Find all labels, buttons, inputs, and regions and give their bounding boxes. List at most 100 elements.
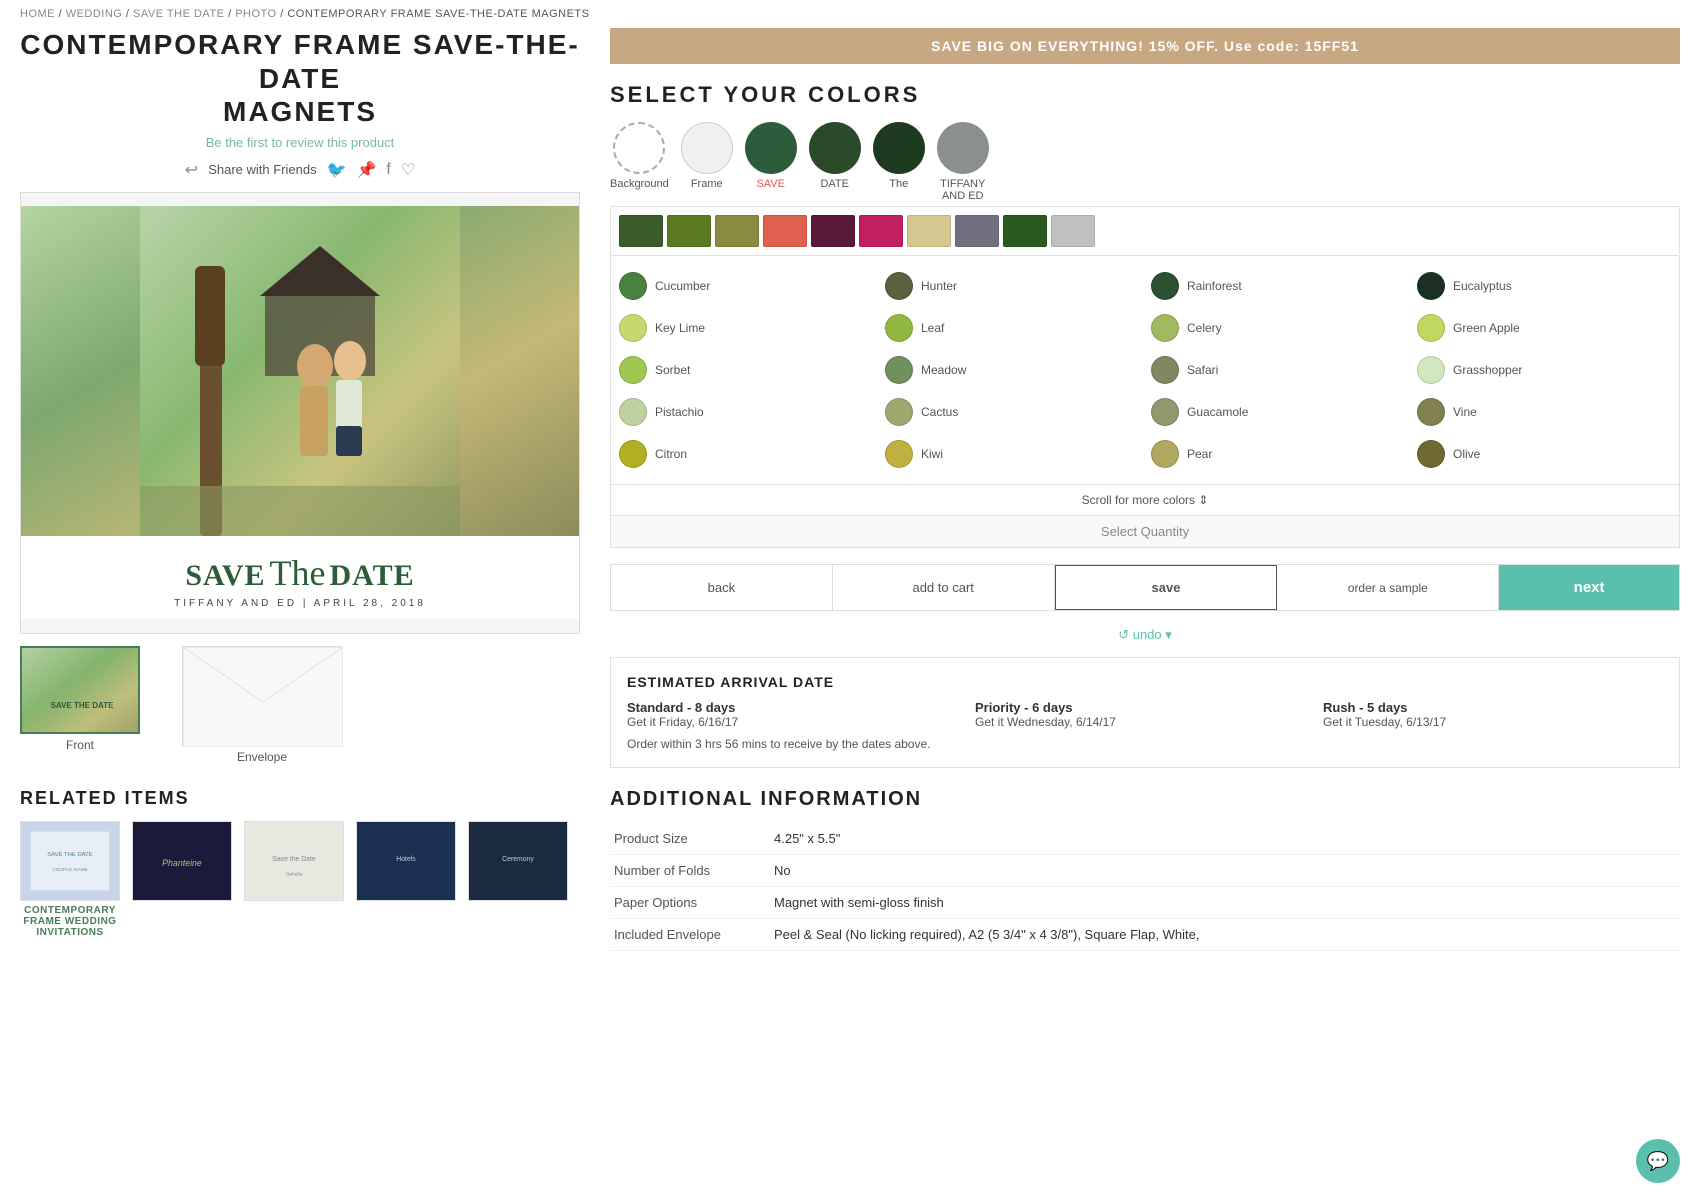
twitter-icon[interactable]: 🐦	[327, 160, 347, 180]
related-item-4[interactable]: Hotels	[356, 821, 456, 938]
undo-row[interactable]: ↺ undo ▾	[610, 627, 1680, 643]
related-item-1[interactable]: SAVE THE DATE COUPLE NAME CONTEMPORARY F…	[20, 821, 120, 938]
color-name-sorbet: Sorbet	[655, 363, 690, 377]
palette-swatch-10[interactable]	[1051, 215, 1095, 247]
swatch-tiffany[interactable]: TIFFANY AND ED	[937, 122, 989, 202]
color-celery[interactable]: Celery	[1151, 310, 1405, 346]
color-dot-greenapple	[1417, 314, 1445, 342]
arrival-standard-date: Get it Friday, 6/16/17	[627, 715, 967, 729]
select-quantity[interactable]: Select Quantity	[610, 516, 1680, 548]
arrival-title: ESTIMATED ARRIVAL DATE	[627, 674, 1663, 690]
thumbnail-front[interactable]: SAVE THE DATE Front	[20, 646, 140, 764]
breadcrumb-home[interactable]: HOME	[20, 8, 55, 20]
arrival-priority: Priority - 6 days Get it Wednesday, 6/14…	[975, 700, 1315, 729]
share-label[interactable]: Share with Friends	[208, 162, 316, 177]
info-label-size: Product Size	[610, 823, 770, 855]
color-grasshopper[interactable]: Grasshopper	[1417, 352, 1671, 388]
breadcrumb-wedding[interactable]: WEDDING	[66, 8, 123, 20]
color-name-pistachio: Pistachio	[655, 405, 704, 419]
info-value-envelope: Peel & Seal (No licking required), A2 (5…	[770, 919, 1680, 951]
related-item-5[interactable]: Ceremony	[468, 821, 568, 938]
info-value-folds: No	[770, 855, 1680, 887]
swatch-the-circle[interactable]	[873, 122, 925, 174]
color-safari[interactable]: Safari	[1151, 352, 1405, 388]
scroll-more[interactable]: Scroll for more colors ⇕	[610, 485, 1680, 516]
info-value-size: 4.25" x 5.5"	[770, 823, 1680, 855]
color-kiwi[interactable]: Kiwi	[885, 436, 1139, 472]
color-dot-pistachio	[619, 398, 647, 426]
color-pear[interactable]: Pear	[1151, 436, 1405, 472]
envelope-svg	[183, 647, 343, 747]
color-pistachio[interactable]: Pistachio	[619, 394, 873, 430]
swatch-frame[interactable]: Frame	[681, 122, 733, 202]
color-name-grasshopper: Grasshopper	[1453, 363, 1522, 377]
breadcrumb-save-the-date[interactable]: SAVE THE DATE	[133, 8, 224, 20]
color-sorbet[interactable]: Sorbet	[619, 352, 873, 388]
add-to-cart-button[interactable]: add to cart	[833, 565, 1055, 610]
arrival-standard-label: Standard - 8 days	[627, 700, 967, 715]
breadcrumb-photo[interactable]: PHOTO	[235, 8, 276, 20]
heart-icon[interactable]: ♡	[401, 160, 415, 180]
related-item-2[interactable]: Phanteine	[132, 821, 232, 938]
save-button[interactable]: save	[1055, 565, 1278, 610]
color-leaf[interactable]: Leaf	[885, 310, 1139, 346]
swatch-date-circle[interactable]	[809, 122, 861, 174]
color-dot-cactus	[885, 398, 913, 426]
ri-svg-2: Phanteine	[133, 821, 231, 901]
color-eucalyptus[interactable]: Eucalyptus	[1417, 268, 1671, 304]
swatch-save-circle[interactable]	[745, 122, 797, 174]
color-dot-pear	[1151, 440, 1179, 468]
swatch-frame-circle[interactable]	[681, 122, 733, 174]
color-dot-meadow	[885, 356, 913, 384]
ri-svg-4: Hotels	[357, 821, 455, 901]
swatch-background[interactable]: Background	[610, 122, 669, 202]
next-button[interactable]: next	[1499, 565, 1679, 610]
palette-swatch-1[interactable]	[619, 215, 663, 247]
pinterest-icon[interactable]: 📌	[357, 160, 377, 180]
color-cucumber[interactable]: Cucumber	[619, 268, 873, 304]
swatch-bg-circle[interactable]	[613, 122, 665, 174]
palette-swatch-4[interactable]	[763, 215, 807, 247]
order-sample-button[interactable]: order a sample	[1277, 565, 1499, 610]
palette-swatch-7[interactable]	[907, 215, 951, 247]
color-vine[interactable]: Vine	[1417, 394, 1671, 430]
facebook-icon[interactable]: f	[386, 161, 390, 179]
color-guacamole[interactable]: Guacamole	[1151, 394, 1405, 430]
thumbnail-row: SAVE THE DATE Front Envelope	[20, 646, 580, 764]
back-button[interactable]: back	[611, 565, 833, 610]
palette-swatch-2[interactable]	[667, 215, 711, 247]
palette-swatch-9[interactable]	[1003, 215, 1047, 247]
thumbnail-envelope[interactable]: Envelope	[182, 646, 342, 764]
color-name-celery: Celery	[1187, 321, 1222, 335]
related-name-1: CONTEMPORARY FRAME WEDDING INVITATIONS	[20, 905, 120, 938]
color-cactus[interactable]: Cactus	[885, 394, 1139, 430]
palette-swatch-5[interactable]	[811, 215, 855, 247]
arrival-box: ESTIMATED ARRIVAL DATE Standard - 8 days…	[610, 657, 1680, 768]
promo-banner: SAVE BIG ON EVERYTHING! 15% OFF. Use cod…	[610, 28, 1680, 64]
palette-swatch-6[interactable]	[859, 215, 903, 247]
couple-photo-svg	[21, 206, 579, 536]
swatch-tiffany-circle[interactable]	[937, 122, 989, 174]
color-options-grid: Cucumber Hunter Rainforest Eucalyptus Ke…	[610, 256, 1680, 485]
color-greenapple[interactable]: Green Apple	[1417, 310, 1671, 346]
color-hunter[interactable]: Hunter	[885, 268, 1139, 304]
review-link[interactable]: Be the first to review this product	[20, 135, 580, 150]
swatch-save[interactable]: SAVE	[745, 122, 797, 202]
color-rainforest[interactable]: Rainforest	[1151, 268, 1405, 304]
related-item-3[interactable]: Save the Date Ophelia	[244, 821, 344, 938]
swatch-date[interactable]: DATE	[809, 122, 861, 202]
color-dot-rainforest	[1151, 272, 1179, 300]
info-row-paper: Paper Options Magnet with semi-gloss fin…	[610, 887, 1680, 919]
color-citron[interactable]: Citron	[619, 436, 873, 472]
color-section: SELECT YOUR COLORS Background Frame SAVE	[610, 82, 1680, 548]
arrival-rush: Rush - 5 days Get it Tuesday, 6/13/17	[1323, 700, 1663, 729]
palette-swatch-8[interactable]	[955, 215, 999, 247]
color-dot-keylime	[619, 314, 647, 342]
color-olive[interactable]: Olive	[1417, 436, 1671, 472]
palette-swatch-3[interactable]	[715, 215, 759, 247]
swatch-the[interactable]: The	[873, 122, 925, 202]
color-meadow[interactable]: Meadow	[885, 352, 1139, 388]
thumb-svg: SAVE THE DATE	[22, 648, 140, 734]
chat-bubble[interactable]: 💬	[1636, 1139, 1680, 1183]
color-keylime[interactable]: Key Lime	[619, 310, 873, 346]
